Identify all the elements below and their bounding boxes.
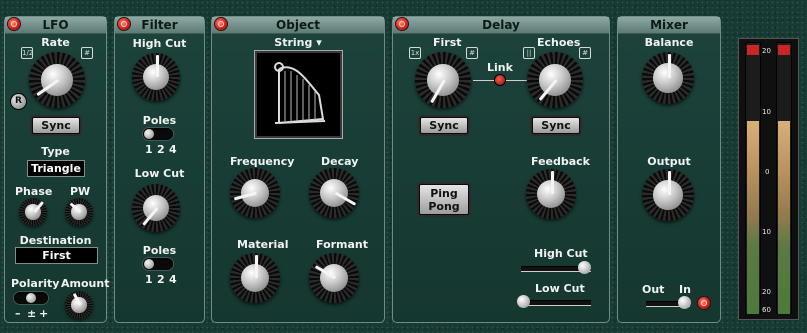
polarity-minus: – bbox=[15, 307, 21, 320]
phase-label: Phase bbox=[15, 185, 53, 198]
harp-icon bbox=[274, 62, 326, 124]
high-cut-label: High Cut bbox=[132, 37, 187, 50]
echoes-mode-icon[interactable]: || bbox=[523, 47, 535, 59]
frequency-label: Frequency bbox=[230, 155, 295, 168]
link-label: Link bbox=[487, 61, 513, 74]
pw-knob[interactable] bbox=[65, 198, 93, 226]
object-panel: Object String ▾ Frequency Decay Material… bbox=[211, 16, 385, 323]
delay-low-cut-slider[interactable] bbox=[517, 295, 591, 308]
feedback-knob[interactable] bbox=[526, 169, 576, 219]
output-label: Output bbox=[647, 155, 691, 168]
decay-knob[interactable] bbox=[309, 168, 359, 218]
object-type-dropdown[interactable]: String ▾ bbox=[212, 36, 384, 49]
meter-tick-0: 0 bbox=[765, 168, 770, 176]
object-title: Object bbox=[212, 17, 384, 34]
type-label: Type bbox=[41, 145, 70, 158]
balance-label: Balance bbox=[644, 36, 694, 49]
filter-panel: Filter High Cut Poles 1 2 4 Low Cut Pole… bbox=[114, 16, 205, 323]
lfo-title: LFO bbox=[5, 17, 106, 34]
in-label: In bbox=[679, 283, 691, 296]
poles-label-2: Poles bbox=[142, 244, 177, 257]
out-label: Out bbox=[642, 283, 665, 296]
pole-2-a: 2 bbox=[157, 143, 165, 156]
material-knob[interactable] bbox=[230, 253, 280, 303]
object-power-button[interactable] bbox=[215, 18, 227, 30]
balance-knob[interactable] bbox=[642, 52, 694, 104]
mixer-title: Mixer bbox=[618, 17, 720, 34]
lfo-power-button[interactable] bbox=[8, 18, 20, 30]
delay-title: Delay bbox=[393, 17, 609, 34]
first-mode-icon[interactable]: 1x bbox=[409, 47, 421, 59]
meter-tick-neg10: 10 bbox=[762, 228, 771, 236]
meter-tick-neg60: 60 bbox=[762, 306, 771, 314]
delay-power-button[interactable] bbox=[396, 18, 408, 30]
first-grid-icon[interactable]: # bbox=[466, 47, 478, 59]
pole-1-b: 1 bbox=[145, 273, 153, 286]
link-toggle[interactable] bbox=[495, 75, 505, 85]
polarity-switch[interactable] bbox=[14, 292, 48, 304]
pole-4-a: 4 bbox=[169, 143, 177, 156]
delay-high-cut-label: High Cut bbox=[534, 247, 588, 260]
out-in-switch[interactable] bbox=[646, 296, 691, 309]
destination-display[interactable]: First bbox=[15, 247, 98, 264]
feedback-label: Feedback bbox=[531, 155, 590, 168]
formant-knob[interactable] bbox=[309, 253, 359, 303]
echoes-grid-icon[interactable]: # bbox=[579, 47, 591, 59]
destination-label: Destination bbox=[19, 234, 92, 247]
lfo-sync-button[interactable]: Sync bbox=[32, 117, 80, 134]
filter-power-button[interactable] bbox=[118, 18, 130, 30]
polarity-label: Polarity bbox=[11, 277, 60, 290]
amount-label: Amount bbox=[61, 277, 110, 290]
echoes-label: Echoes bbox=[537, 36, 581, 49]
low-cut-poles-switch[interactable] bbox=[143, 258, 173, 270]
material-label: Material bbox=[237, 238, 289, 251]
mixer-panel: Mixer Balance Output Out In bbox=[617, 16, 721, 323]
echoes-knob[interactable] bbox=[527, 52, 583, 108]
mixer-power-button[interactable] bbox=[698, 297, 710, 309]
echoes-sync-button[interactable]: Sync bbox=[532, 117, 580, 134]
formant-label: Formant bbox=[316, 238, 369, 251]
meter-tick-neg20: 20 bbox=[762, 288, 771, 296]
polarity-plusminus: ± bbox=[27, 307, 37, 320]
decay-label: Decay bbox=[321, 155, 359, 168]
meter-tick-20: 20 bbox=[762, 47, 771, 55]
high-cut-poles-switch[interactable] bbox=[143, 128, 173, 140]
retrigger-button[interactable]: R bbox=[11, 94, 26, 109]
ping-pong-button[interactable]: Ping Pong bbox=[419, 184, 469, 215]
phase-knob[interactable] bbox=[19, 198, 47, 226]
ping-label: Ping bbox=[430, 187, 458, 200]
delay-high-cut-slider[interactable] bbox=[521, 261, 591, 274]
low-cut-label: Low Cut bbox=[134, 167, 185, 180]
polarity-plus: + bbox=[39, 307, 49, 320]
first-sync-button[interactable]: Sync bbox=[420, 117, 468, 134]
pong-label: Pong bbox=[428, 200, 460, 213]
delay-low-cut-label: Low Cut bbox=[535, 282, 585, 295]
amount-knob[interactable] bbox=[65, 291, 93, 319]
delay-panel: Delay First Echoes 1x # || # Link Sync S… bbox=[392, 16, 610, 323]
harp-image bbox=[254, 50, 343, 139]
filter-low-cut-knob[interactable] bbox=[132, 184, 180, 232]
pole-2-b: 2 bbox=[157, 273, 165, 286]
poles-label-1: Poles bbox=[142, 114, 177, 127]
pw-label: PW bbox=[70, 185, 91, 198]
lfo-type-display[interactable]: Triangle bbox=[27, 160, 85, 177]
first-knob[interactable] bbox=[415, 52, 471, 108]
grid-icon[interactable]: # bbox=[81, 47, 93, 59]
first-label: First bbox=[433, 36, 462, 49]
frequency-knob[interactable] bbox=[230, 168, 280, 218]
lfo-panel: LFO Rate 1/2 # R Sync Type Triangle Phas… bbox=[4, 16, 110, 323]
rate-mode-icon[interactable]: 1/2 bbox=[21, 47, 33, 59]
meter-right bbox=[776, 42, 792, 314]
rate-knob[interactable] bbox=[29, 52, 85, 108]
pole-1-a: 1 bbox=[145, 143, 153, 156]
meter-tick-10: 10 bbox=[762, 108, 771, 116]
output-knob[interactable] bbox=[642, 169, 694, 221]
meter-left bbox=[745, 42, 761, 314]
pole-4-b: 4 bbox=[169, 273, 177, 286]
filter-high-cut-knob[interactable] bbox=[132, 53, 180, 101]
